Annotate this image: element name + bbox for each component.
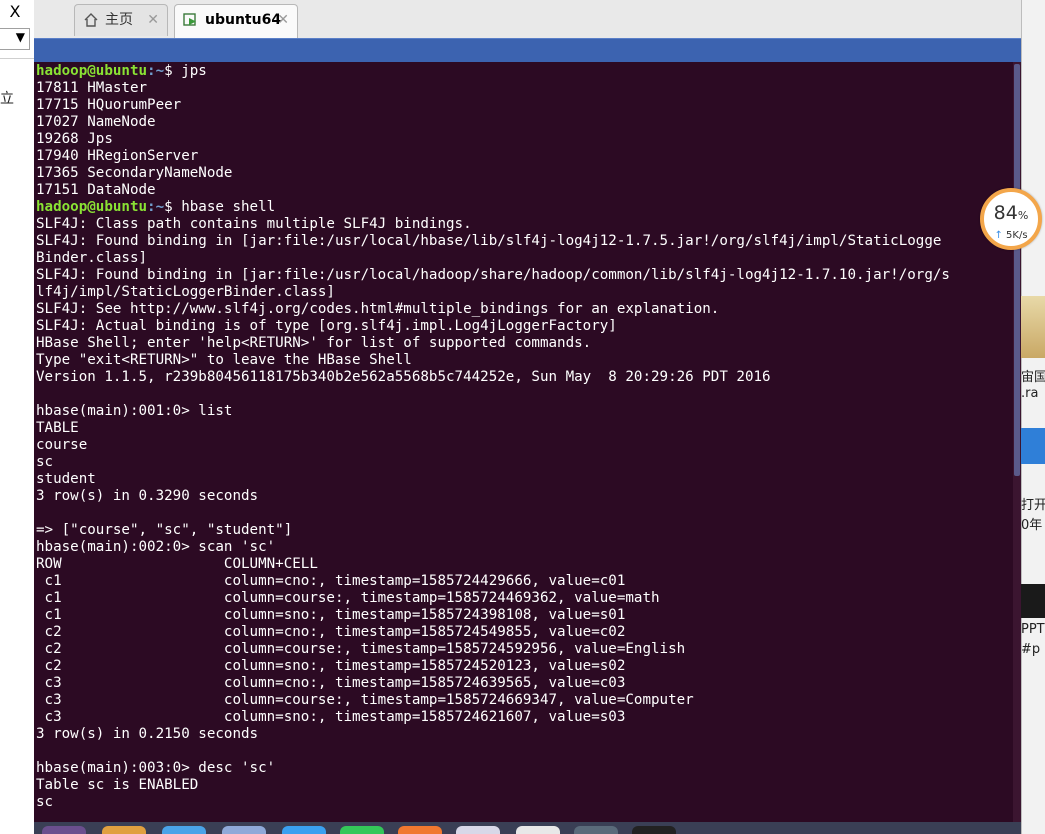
background-text: 宙国: [1021, 370, 1045, 385]
terminal-line: Binder.class]: [36, 250, 148, 266]
terminal-line: student: [36, 471, 96, 487]
speed-readout: ↑ 5K/s: [984, 230, 1038, 241]
terminal-line: SLF4J: Class path contains multiple SLF4…: [36, 216, 472, 232]
desktop-thumbnail: [1021, 428, 1045, 464]
terminal-line: hbase(main):002:0> scan 'sc': [36, 539, 276, 555]
tab-ubuntu64[interactable]: ubuntu64 ✕: [174, 4, 298, 38]
divider: [0, 58, 34, 59]
terminal-line: c1 column=cno:, timestamp=1585724429666,…: [36, 573, 626, 589]
dock-app-icon[interactable]: [632, 826, 676, 834]
prompt-path: :~: [147, 199, 165, 215]
terminal-line: Version 1.1.5, r239b80456118175b340b2e56…: [36, 369, 771, 385]
terminal-line: 17151 DataNode: [36, 182, 156, 198]
terminal-line: SLF4J: See http://www.slf4j.org/codes.ht…: [36, 301, 720, 317]
dock-app-icon[interactable]: [398, 826, 442, 834]
dock-app-icon[interactable]: [162, 826, 206, 834]
background-text: PPT: [1021, 622, 1045, 637]
network-speed-widget[interactable]: 84% ↑ 5K/s: [980, 188, 1042, 250]
terminal-line: ROW COLUMN+CELL: [36, 556, 318, 572]
usage-value: 84: [993, 202, 1018, 224]
terminal-line: Table sc is ENABLED: [36, 777, 199, 793]
background-dropdown[interactable]: ▼: [0, 28, 30, 50]
terminal-line: SLF4J: Found binding in [jar:file:/usr/l…: [36, 233, 942, 249]
terminal-window[interactable]: hadoop@ubuntu:~$ jps 17811 HMaster 17715 H…: [34, 62, 1021, 822]
home-icon: [84, 13, 98, 27]
dock-app-icon[interactable]: [282, 826, 326, 834]
terminal-line: course: [36, 437, 88, 453]
prompt-command: $ jps: [164, 63, 207, 79]
terminal-line: c3 column=sno:, timestamp=1585724621607,…: [36, 709, 626, 725]
usage-percent: 84%: [984, 202, 1038, 224]
upload-arrow-icon: ↑: [994, 230, 1003, 241]
terminal-line: sc: [36, 454, 54, 470]
terminal-line: c1 column=sno:, timestamp=1585724398108,…: [36, 607, 626, 623]
background-window-strip: [0, 0, 35, 834]
terminal-line: SLF4J: Actual binding is of type [org.sl…: [36, 318, 617, 334]
terminal-line: lf4j/impl/StaticLoggerBinder.class]: [36, 284, 335, 300]
terminal-line: c3 column=cno:, timestamp=1585724639565,…: [36, 675, 626, 691]
terminal-line: 17940 HRegionServer: [36, 148, 199, 164]
terminal-line: 3 row(s) in 0.2150 seconds: [36, 726, 259, 742]
dock-app-icon[interactable]: [340, 826, 384, 834]
percent-sign: %: [1017, 209, 1029, 222]
close-tab-icon[interactable]: ✕: [277, 5, 289, 35]
desktop-thumbnail: [1021, 584, 1045, 618]
terminal-line: HBase Shell; enter 'help<RETURN>' for li…: [36, 335, 592, 351]
background-window-strip-right: [1021, 0, 1045, 834]
tab-bar: 主页 ✕ ubuntu64 ✕: [34, 0, 1021, 38]
terminal-line: c2 column=course:, timestamp=15857245929…: [36, 641, 686, 657]
dock-folder-icon[interactable]: [102, 826, 146, 834]
terminal-output: hadoop@ubuntu:~$ jps 17811 HMaster 17715 H…: [36, 63, 950, 811]
prompt-user: hadoop@ubuntu: [36, 63, 148, 79]
tab-label: 主页: [105, 12, 133, 28]
terminal-prompt-line: hadoop@ubuntu:~$ hbase shell: [36, 199, 950, 216]
terminal-line: => ["course", "sc", "student"]: [36, 522, 293, 538]
vm-icon: [183, 13, 196, 26]
dock-app-icon[interactable]: [516, 826, 560, 834]
prompt-user: hadoop@ubuntu: [36, 199, 148, 215]
terminal-line: c2 column=cno:, timestamp=1585724549855,…: [36, 624, 626, 640]
terminal-line: 19268 Jps: [36, 131, 113, 147]
scrollbar-thumb[interactable]: [1014, 64, 1020, 476]
terminal-line: c3 column=course:, timestamp=15857246693…: [36, 692, 694, 708]
terminal-line: hbase(main):003:0> desc 'sc': [36, 760, 276, 776]
terminal-line: sc: [36, 794, 54, 810]
terminal-line: hbase(main):001:0> list: [36, 403, 233, 419]
dock-app-icon[interactable]: [42, 826, 86, 834]
chevron-down-icon: ▼: [15, 30, 25, 44]
dock-app-icon[interactable]: [222, 826, 266, 834]
terminal-line: c2 column=sno:, timestamp=1585724520123,…: [36, 658, 626, 674]
terminal-line: 3 row(s) in 0.3290 seconds: [36, 488, 259, 504]
prompt-command: $ hbase shell: [164, 199, 276, 215]
background-text: 打开: [1021, 498, 1045, 513]
terminal-line: TABLE: [36, 420, 79, 436]
background-text: 0年: [1021, 518, 1043, 533]
dock-app-icon[interactable]: [456, 826, 500, 834]
background-text: 立: [0, 91, 14, 107]
tab-home[interactable]: 主页 ✕: [74, 4, 168, 36]
background-text: .ra: [1021, 386, 1039, 401]
vm-toolbar: [34, 38, 1021, 62]
speed-value: 5K/s: [1006, 230, 1028, 241]
desktop-thumbnail: [1021, 296, 1045, 358]
dock-app-icon[interactable]: [574, 826, 618, 834]
background-text: #p: [1021, 642, 1041, 657]
terminal-line: 17027 NameNode: [36, 114, 156, 130]
close-icon[interactable]: X: [0, 0, 30, 24]
terminal-line: 17715 HQuorumPeer: [36, 97, 182, 113]
terminal-line: SLF4J: Found binding in [jar:file:/usr/l…: [36, 267, 950, 283]
terminal-line: Type "exit<RETURN>" to leave the HBase S…: [36, 352, 412, 368]
prompt-path: :~: [147, 63, 165, 79]
terminal-line: 17365 SecondaryNameNode: [36, 165, 233, 181]
close-tab-icon[interactable]: ✕: [147, 5, 159, 35]
tab-label: ubuntu64: [205, 12, 282, 28]
terminal-line: 17811 HMaster: [36, 80, 148, 96]
terminal-line: c1 column=course:, timestamp=15857244693…: [36, 590, 660, 606]
terminal-prompt-line: hadoop@ubuntu:~$ jps: [36, 63, 950, 80]
